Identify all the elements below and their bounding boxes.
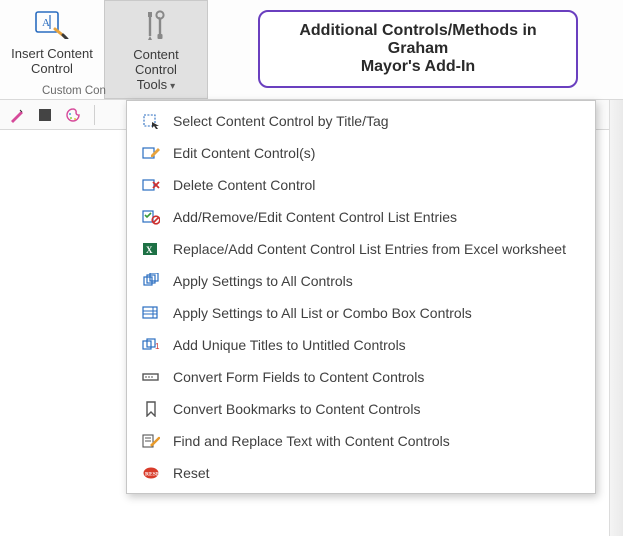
separator xyxy=(94,105,95,125)
svg-text:RESET: RESET xyxy=(145,472,160,478)
menu-item-find-replace[interactable]: Find and Replace Text with Content Contr… xyxy=(127,425,595,457)
find-replace-icon xyxy=(141,431,161,451)
svg-text:A: A xyxy=(42,17,50,29)
content-control-tools-icon xyxy=(142,7,170,43)
menu-label: Convert Bookmarks to Content Controls xyxy=(173,401,420,417)
content-control-tools-label-1: Content Control xyxy=(113,47,199,77)
square-icon[interactable] xyxy=(36,106,54,124)
insert-content-control-label-2: Control xyxy=(31,61,73,76)
menu-item-edit[interactable]: Edit Content Control(s) xyxy=(127,137,595,169)
content-control-tools-button[interactable]: Content Control Tools▾ xyxy=(104,0,208,99)
svg-text:X: X xyxy=(146,245,153,255)
menu-label: Select Content Control by Title/Tag xyxy=(173,113,389,129)
menu-label: Delete Content Control xyxy=(173,177,315,193)
callout-line2: Mayor's Add-In xyxy=(274,58,562,76)
excel-icon: X xyxy=(141,239,161,259)
callout-box: Additional Controls/Methods in Graham Ma… xyxy=(258,10,578,88)
edit-icon xyxy=(141,143,161,163)
callout-line1: Additional Controls/Methods in Graham xyxy=(274,22,562,58)
list-combo-icon xyxy=(141,303,161,323)
content-control-tools-menu: Select Content Control by Title/Tag Edit… xyxy=(126,100,596,494)
menu-label: Apply Settings to All List or Combo Box … xyxy=(173,305,472,321)
pen-icon[interactable] xyxy=(8,106,26,124)
menu-item-list-entries[interactable]: Add/Remove/Edit Content Control List Ent… xyxy=(127,201,595,233)
menu-label: Find and Replace Text with Content Contr… xyxy=(173,433,450,449)
menu-item-convert-bookmarks[interactable]: Convert Bookmarks to Content Controls xyxy=(127,393,595,425)
menu-item-unique-titles[interactable]: 1 Add Unique Titles to Untitled Controls xyxy=(127,329,595,361)
menu-item-select-by-title[interactable]: Select Content Control by Title/Tag xyxy=(127,105,595,137)
reset-icon: RESET xyxy=(141,463,161,483)
menu-label: Add/Remove/Edit Content Control List Ent… xyxy=(173,209,457,225)
delete-icon xyxy=(141,175,161,195)
select-icon xyxy=(141,111,161,131)
menu-label: Edit Content Control(s) xyxy=(173,145,315,161)
palette-icon[interactable] xyxy=(64,106,82,124)
chevron-down-icon: ▾ xyxy=(170,81,175,92)
svg-text:1: 1 xyxy=(155,342,160,351)
menu-label: Apply Settings to All Controls xyxy=(173,273,353,289)
menu-item-apply-list-combo[interactable]: Apply Settings to All List or Combo Box … xyxy=(127,297,595,329)
menu-item-reset[interactable]: RESET Reset xyxy=(127,457,595,489)
content-control-tools-label-2: Tools▾ xyxy=(137,77,175,94)
menu-item-excel-replace[interactable]: X Replace/Add Content Control List Entri… xyxy=(127,233,595,265)
bookmark-icon xyxy=(141,399,161,419)
menu-item-delete[interactable]: Delete Content Control xyxy=(127,169,595,201)
insert-content-control-icon: A xyxy=(35,6,69,42)
menu-label: Reset xyxy=(173,465,210,481)
form-field-icon xyxy=(141,367,161,387)
unique-titles-icon: 1 xyxy=(141,335,161,355)
menu-label: Replace/Add Content Control List Entries… xyxy=(173,241,566,257)
menu-label: Convert Form Fields to Content Controls xyxy=(173,369,424,385)
insert-content-control-label-1: Insert Content xyxy=(11,46,93,61)
list-entries-icon xyxy=(141,207,161,227)
menu-item-apply-all[interactable]: Apply Settings to All Controls xyxy=(127,265,595,297)
menu-item-convert-form-fields[interactable]: Convert Form Fields to Content Controls xyxy=(127,361,595,393)
ribbon-group-label: Custom Con xyxy=(42,85,106,97)
scrollbar[interactable] xyxy=(609,100,623,536)
menu-label: Add Unique Titles to Untitled Controls xyxy=(173,337,406,353)
apply-all-icon xyxy=(141,271,161,291)
